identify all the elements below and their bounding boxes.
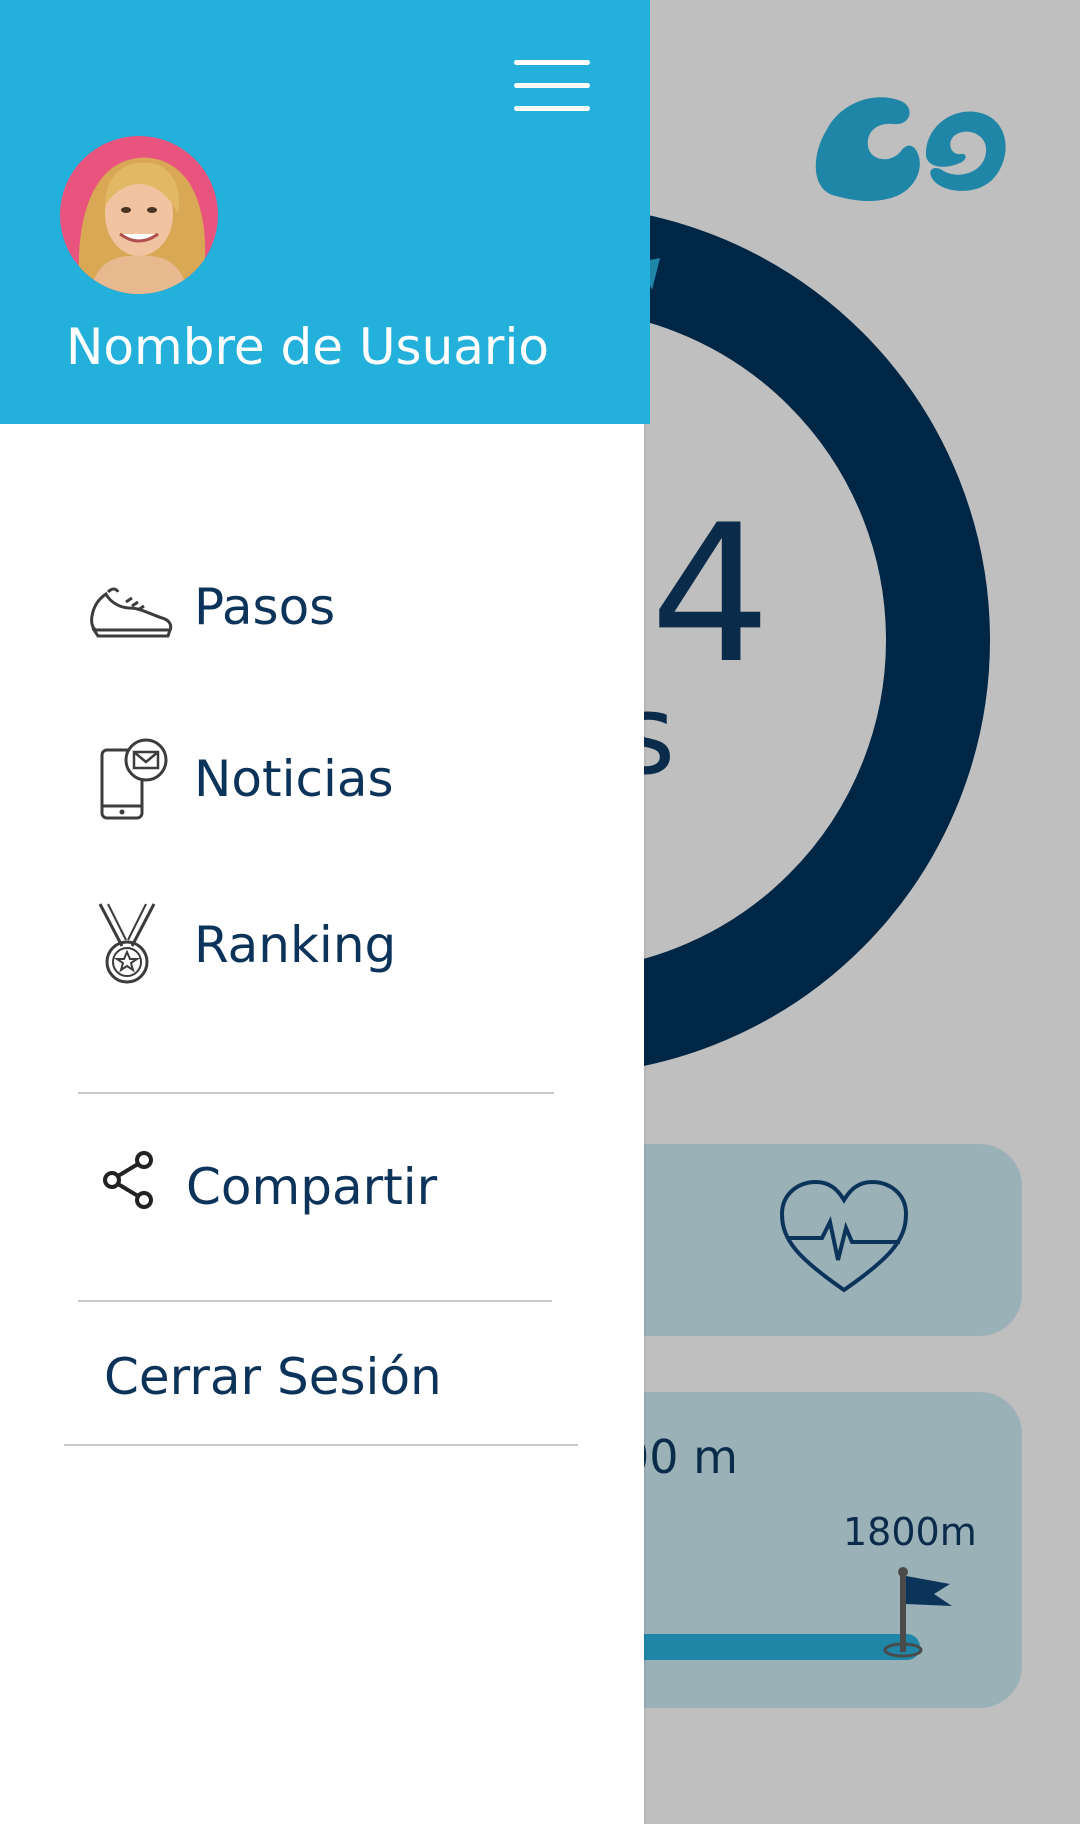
menu-item-noticias[interactable]: Noticias <box>0 728 644 838</box>
user-name: Nombre de Usuario <box>66 318 549 376</box>
navigation-drawer: Nombre de Usuario Pasos Noticias Ranking… <box>0 0 650 1824</box>
divider <box>78 1092 554 1094</box>
heart-rate-icon <box>779 1179 909 1293</box>
sneaker-icon <box>90 587 173 638</box>
menu-item-ranking[interactable]: Ranking <box>0 894 644 1004</box>
app-screen: 4 s 00 m 1800m Nombre de Usuario Pasos N… <box>0 0 1080 1824</box>
user-avatar[interactable] <box>60 136 218 294</box>
menu-item-label: Ranking <box>194 916 397 974</box>
divider <box>64 1444 578 1446</box>
step-count-partial: 4 <box>650 484 771 705</box>
menu-item-label: Noticias <box>194 750 394 808</box>
logout-button[interactable]: Cerrar Sesión <box>104 1348 442 1406</box>
share-icon <box>103 1151 153 1209</box>
medal-icon <box>98 903 156 984</box>
menu-item-label: Compartir <box>186 1158 438 1216</box>
phone-message-icon <box>100 738 168 820</box>
divider <box>78 1300 552 1302</box>
drawer-header: Nombre de Usuario <box>0 0 650 424</box>
menu-item-pasos[interactable]: Pasos <box>0 556 644 666</box>
goal-distance-label: 1800m <box>843 1510 977 1554</box>
menu-item-compartir[interactable]: Compartir <box>0 1136 644 1246</box>
menu-item-label: Pasos <box>194 578 336 636</box>
hamburger-icon[interactable] <box>514 60 590 114</box>
goal-flag-icon <box>883 1567 952 1658</box>
